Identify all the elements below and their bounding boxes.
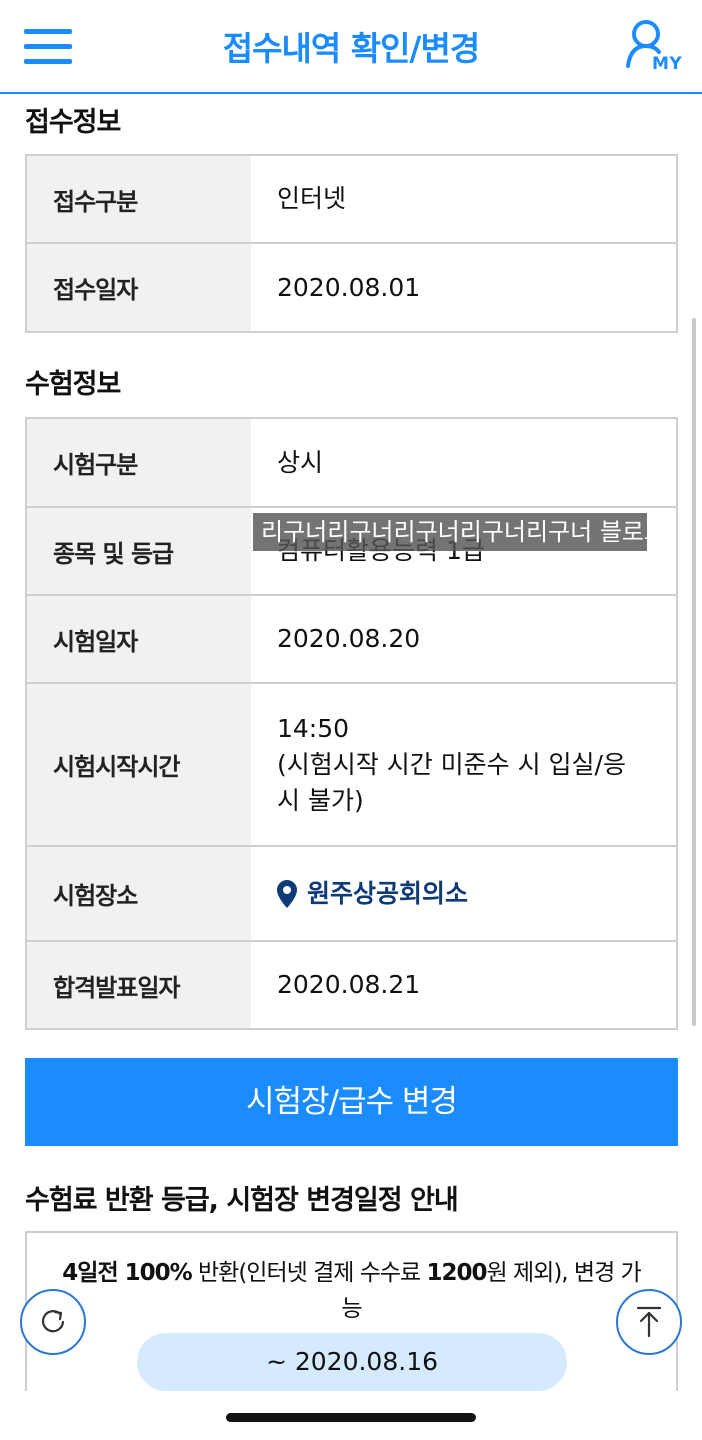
my-label: MY bbox=[652, 54, 683, 74]
refresh-button[interactable] bbox=[20, 1289, 86, 1355]
row-value: 2020.08.20 bbox=[277, 624, 421, 653]
scroll-to-top-button[interactable] bbox=[616, 1289, 682, 1355]
row-value: 14:50 (시험시작 시간 미준수 시 입실/응 시 불가) bbox=[251, 684, 676, 845]
table-row: 접수일자 2020.08.01 bbox=[27, 244, 676, 331]
row-label: 시험일자 bbox=[27, 596, 251, 682]
table-row: 시험시작시간 14:50 (시험시작 시간 미준수 시 입실/응 시 불가) bbox=[27, 684, 676, 847]
notice-text-part: 100% bbox=[124, 1260, 193, 1286]
app-header: 접수내역 확인/변경 MY bbox=[0, 0, 702, 94]
my-page-button[interactable]: MY bbox=[622, 18, 686, 76]
row-label: 시험시작시간 bbox=[27, 684, 251, 845]
reception-section-title: 접수정보 bbox=[25, 107, 121, 138]
exam-section-title: 수험정보 bbox=[25, 369, 121, 400]
refund-notice-box: 4일전 100% 반환(인터넷 결제 수수료 1200원 제외), 변경 가능 … bbox=[25, 1231, 678, 1391]
row-label: 접수일자 bbox=[27, 244, 251, 331]
exam-location-text: 원주상공회의소 bbox=[307, 878, 469, 908]
row-value: 상시 bbox=[277, 447, 324, 477]
location-pin-icon bbox=[277, 879, 297, 908]
row-value: 2020.08.01 bbox=[277, 272, 421, 302]
reception-info-table: 접수구분 인터넷 접수일자 2020.08.01 bbox=[25, 154, 678, 333]
date-range-badge: ~ 2020.08.16 bbox=[137, 1333, 567, 1391]
arrow-up-icon bbox=[636, 1306, 662, 1338]
row-value: 인터넷 bbox=[277, 184, 347, 213]
row-value: 원주상공회의소 bbox=[251, 847, 676, 940]
table-row: 시험일자 2020.08.20 bbox=[27, 596, 676, 684]
notice-text-part: 4일전 bbox=[62, 1260, 125, 1286]
row-value: 2020.08.21 bbox=[277, 970, 421, 999]
row-label: 시험구분 bbox=[27, 419, 251, 506]
start-time-note-cont: 시 불가) bbox=[277, 785, 364, 815]
blog-watermark: 리구너리구너리구너리구너리구너 블로그 bbox=[253, 513, 647, 551]
row-label: 종목 및 등급 bbox=[27, 508, 251, 594]
refresh-icon bbox=[41, 1310, 65, 1333]
row-label: 시험장소 bbox=[27, 847, 251, 940]
notice-section-title: 수험료 반환 등급, 시험장 변경일정 안내 bbox=[25, 1185, 459, 1216]
start-time: 14:50 bbox=[277, 713, 350, 743]
start-time-note: (시험시작 시간 미준수 시 입실/응 bbox=[277, 749, 626, 779]
row-label: 합격발표일자 bbox=[27, 942, 251, 1028]
table-row: 시험장소 원주상공회의소 bbox=[27, 847, 676, 942]
notice-text-part: 원 제외), 변경 가 bbox=[486, 1260, 642, 1286]
notice-text-part: 능 bbox=[341, 1296, 362, 1322]
table-row: 접수구분 인터넷 bbox=[27, 156, 676, 244]
notice-text-part: 1200 bbox=[426, 1260, 488, 1286]
page-title: 접수내역 확인/변경 bbox=[222, 29, 480, 68]
notice-text-part: 반환(인터넷 결제 수수료 bbox=[191, 1260, 427, 1286]
exam-info-table: 시험구분 상시 종목 및 등급 컴퓨터활용능력 1급 시험일자 2020.08.… bbox=[25, 417, 678, 1030]
home-indicator[interactable] bbox=[226, 1413, 476, 1422]
scrollbar[interactable] bbox=[692, 318, 696, 1026]
table-row: 합격발표일자 2020.08.21 bbox=[27, 942, 676, 1028]
change-exam-site-button[interactable]: 시험장/급수 변경 bbox=[25, 1058, 678, 1146]
row-label: 접수구분 bbox=[27, 156, 251, 242]
exam-location-link[interactable]: 원주상공회의소 bbox=[277, 876, 468, 912]
refund-notice-text: 4일전 100% 반환(인터넷 결제 수수료 1200원 제외), 변경 가능 bbox=[27, 1233, 676, 1327]
table-row: 시험구분 상시 bbox=[27, 419, 676, 508]
